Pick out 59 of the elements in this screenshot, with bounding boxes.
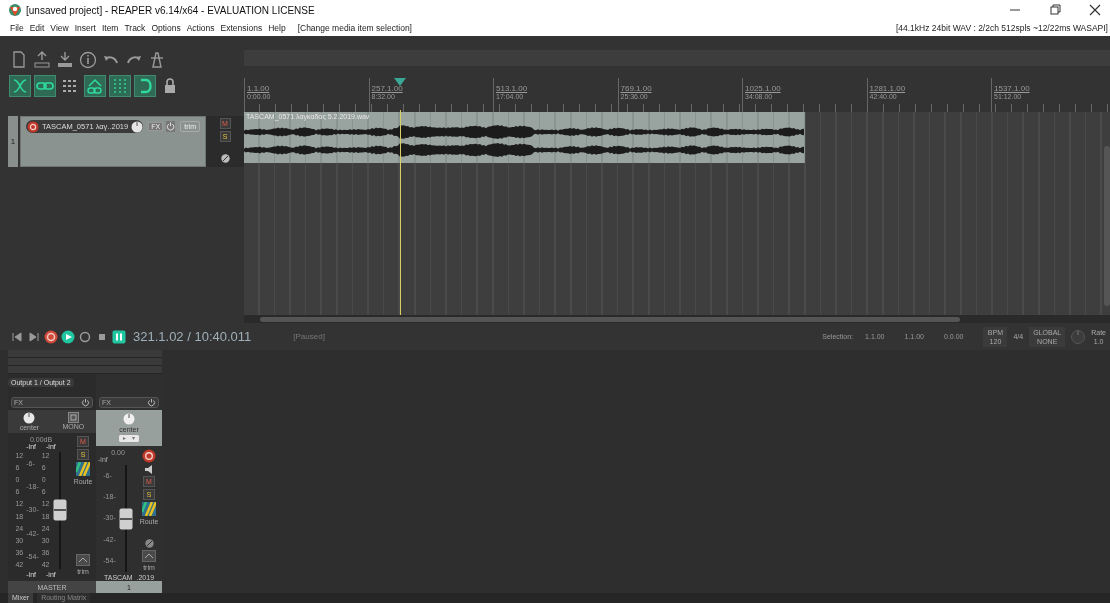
record-arm-icon[interactable]: [142, 449, 156, 463]
record-icon[interactable]: [44, 329, 58, 344]
trim-icon[interactable]: [76, 554, 90, 566]
phase-icon[interactable]: [220, 154, 230, 163]
menu-item[interactable]: File: [10, 23, 24, 33]
phase-icon[interactable]: [144, 539, 154, 548]
input-selector-icon[interactable]: [118, 434, 140, 443]
playhead-marker-icon[interactable]: [394, 78, 406, 86]
menu-item[interactable]: Track: [124, 23, 146, 33]
menu-item[interactable]: Edit: [29, 23, 45, 33]
toggle-button[interactable]: [34, 75, 56, 97]
empty-track-area[interactable]: [244, 163, 1110, 315]
volume-knob-icon[interactable]: [131, 120, 144, 133]
scroll-thumb[interactable]: [260, 316, 960, 322]
skip-back-icon[interactable]: [10, 329, 24, 344]
app-logo-icon: [8, 3, 22, 17]
fader-handle-icon[interactable]: [52, 498, 67, 521]
menu-item[interactable]: Actions: [186, 23, 215, 33]
menu-item[interactable]: Options: [151, 23, 181, 33]
menu-item[interactable]: View: [50, 23, 69, 33]
route-icon[interactable]: [76, 462, 90, 476]
time-position: 321.1.02 / 10:40.011: [133, 329, 252, 344]
bar-label: 1.1.00: [247, 84, 270, 93]
mono-icon[interactable]: [67, 412, 79, 423]
power-icon[interactable]: [81, 397, 90, 407]
action-text: [Change media item selection]: [297, 23, 412, 33]
upload-icon[interactable]: [32, 50, 52, 70]
bar-label: 513.1.00: [496, 84, 528, 93]
record-arm-icon[interactable]: [27, 120, 39, 133]
download-icon[interactable]: [55, 50, 75, 70]
bar-label: 769.1.00: [620, 84, 652, 93]
toggle-button[interactable]: [84, 75, 106, 97]
menu-item[interactable]: Item: [101, 23, 119, 33]
info-icon[interactable]: [78, 50, 98, 70]
horizontal-scrollbar[interactable]: [244, 315, 1110, 323]
pan-knob-icon[interactable]: [23, 412, 36, 424]
repeat-icon[interactable]: [78, 329, 92, 344]
bar-label: 1537.1.00: [994, 84, 1030, 93]
track-number: 1: [8, 116, 18, 167]
play-icon[interactable]: [61, 329, 75, 344]
pause-icon[interactable]: [112, 329, 126, 344]
menu-item[interactable]: Help: [268, 23, 286, 33]
bar-label: 1025.1.00: [745, 84, 781, 93]
speaker-icon[interactable]: [144, 465, 154, 474]
fader-handle-icon[interactable]: [118, 507, 133, 530]
bar-label: 257.1.00: [371, 84, 403, 93]
power-icon[interactable]: [147, 397, 156, 407]
toggle-button[interactable]: [134, 75, 156, 97]
audio-status: [44.1kHz 24bit WAV : 2/2ch 512spls ~12/22ms WASAPI]: [895, 23, 1109, 33]
bar-label: 1281.1.00: [869, 84, 906, 93]
envelope-link-icon: [85, 76, 105, 96]
trim-icon[interactable]: [142, 550, 156, 562]
menu-item[interactable]: Insert: [74, 23, 96, 33]
menu-item[interactable]: Extensions: [220, 23, 263, 33]
toggle-button[interactable]: [9, 75, 31, 97]
toggle-button[interactable]: [109, 75, 131, 97]
route-icon[interactable]: [142, 502, 156, 516]
window-title: [unsaved project] - REAPER v6.14/x64 - EVALUATION LICENSE: [26, 4, 315, 16]
skip-forward-icon[interactable]: [27, 329, 41, 344]
